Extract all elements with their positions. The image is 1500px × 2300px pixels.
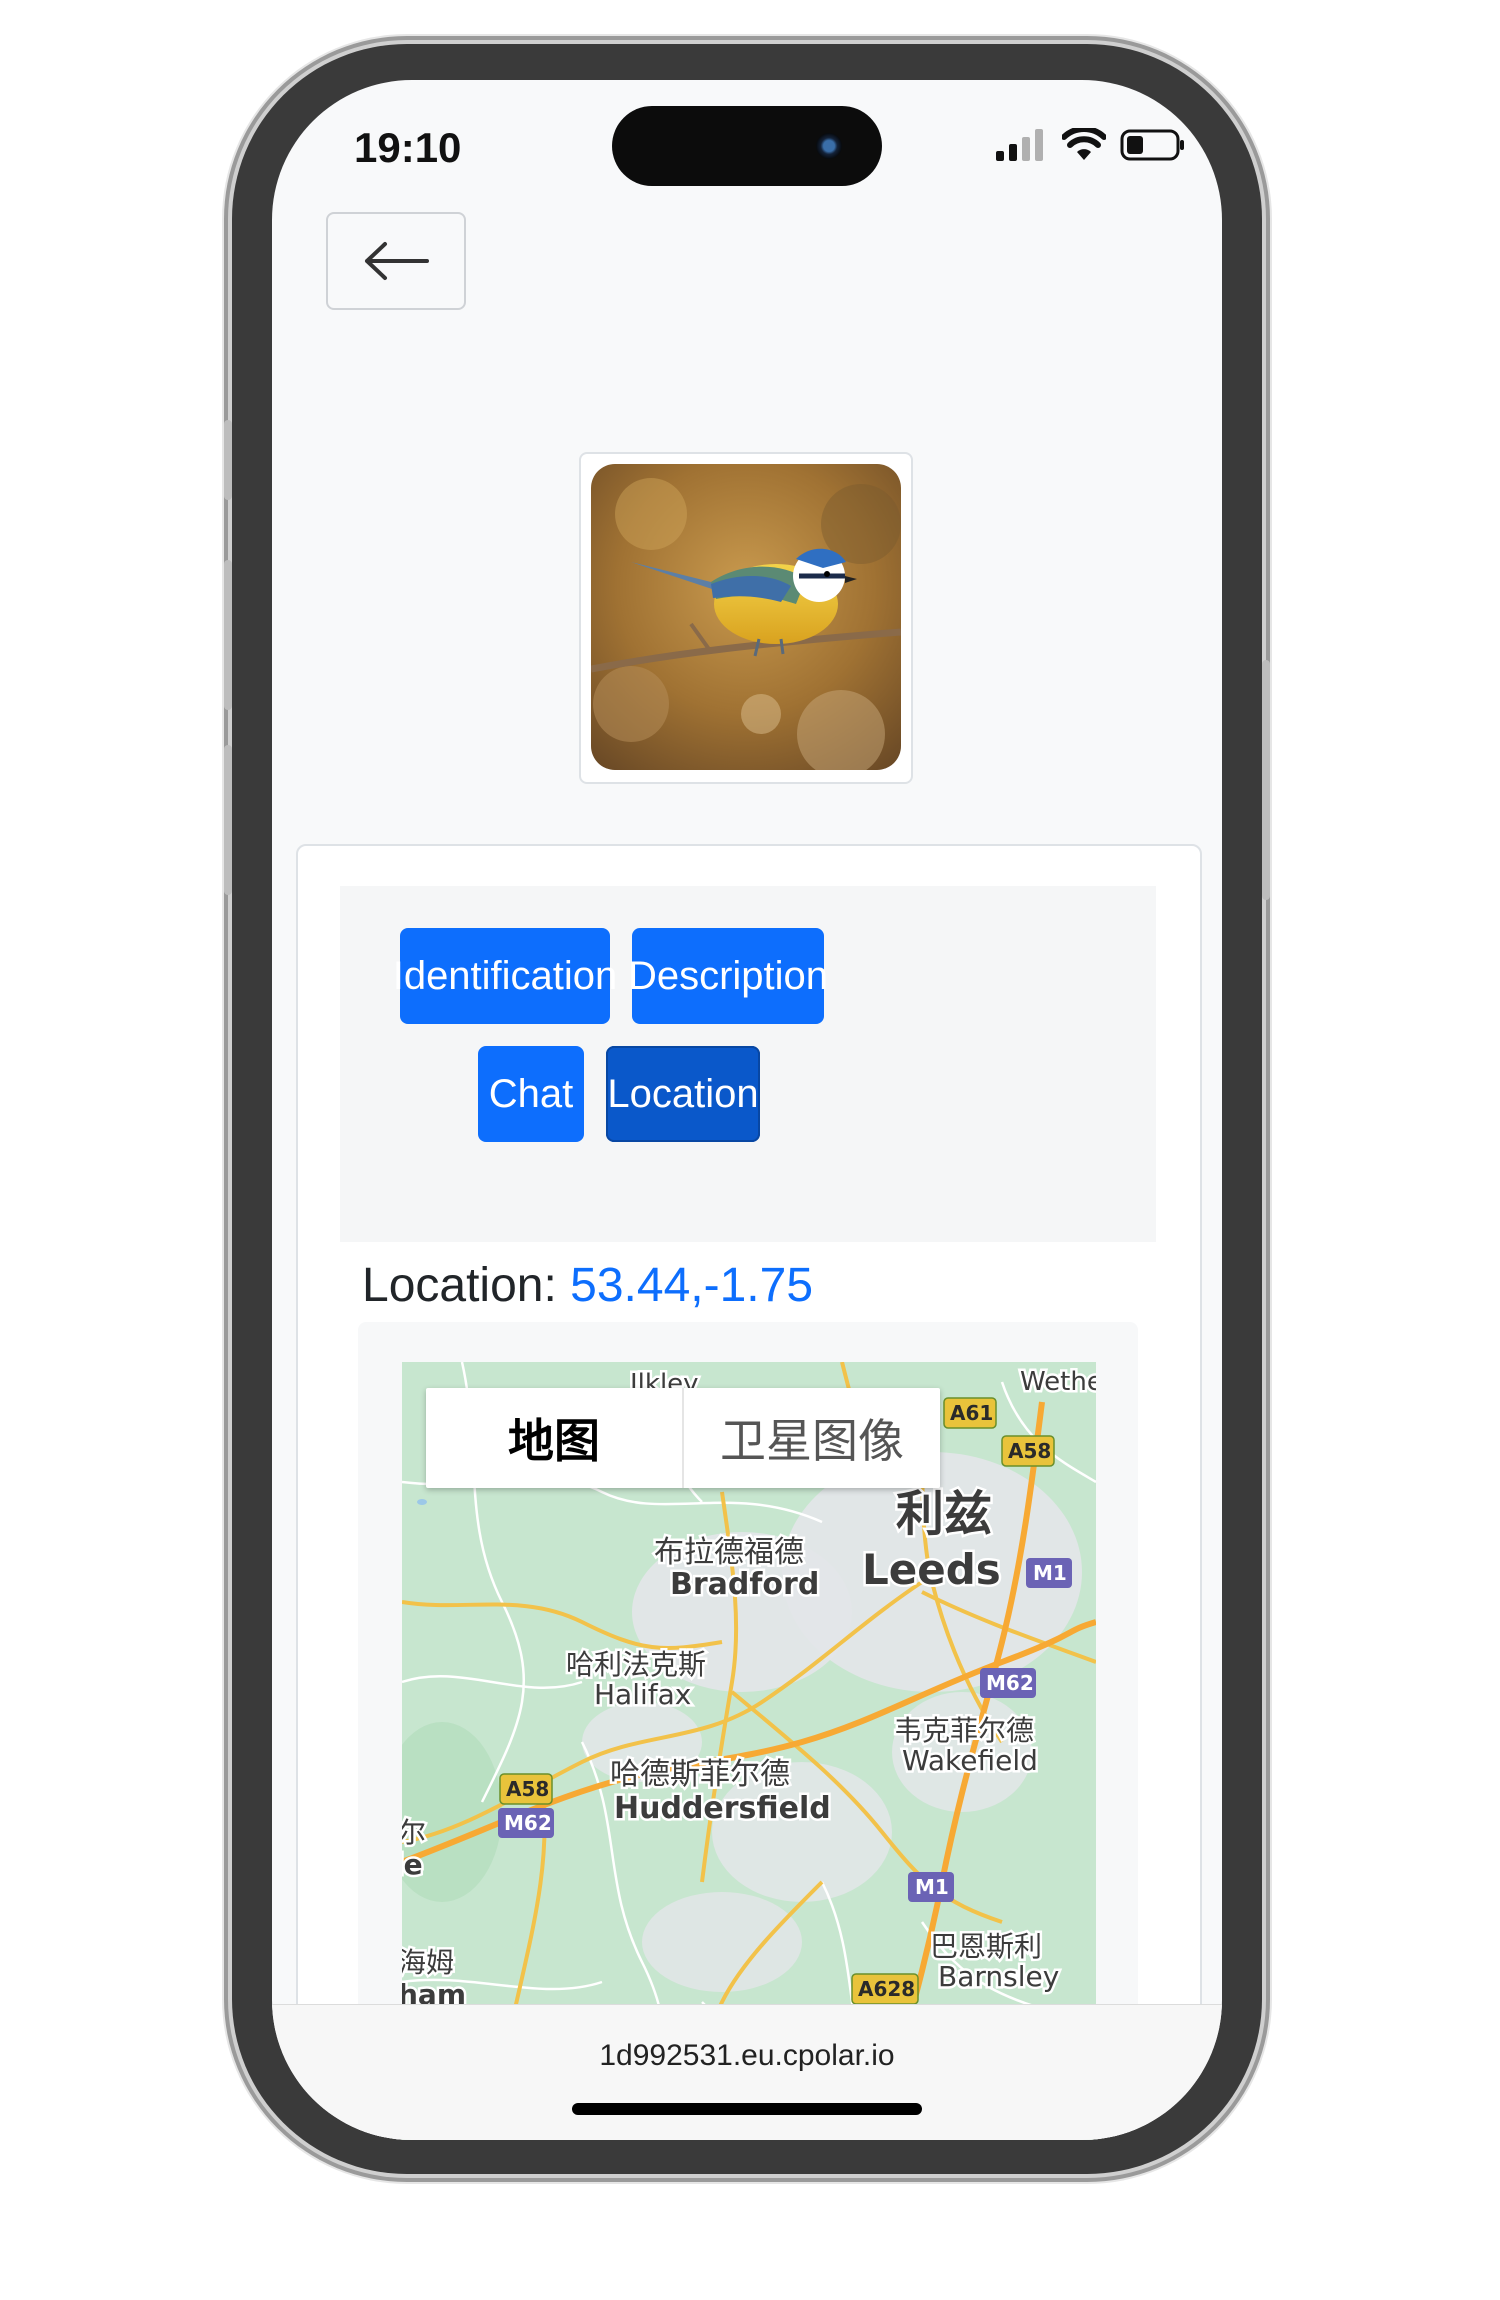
browser-address-bar[interactable]: 1d992531.eu.cpolar.io (272, 2004, 1222, 2140)
svg-text:M1: M1 (915, 1875, 949, 1899)
map-label-left-1-zh: 尔 (402, 1816, 426, 1849)
svg-text:A58: A58 (1008, 1439, 1051, 1463)
map-label-wakefield-zh: 韦克菲尔德 (894, 1714, 1034, 1747)
map-label-halifax-en: Halifax (594, 1678, 691, 1711)
location-label: Location: (362, 1259, 557, 1312)
map-label-leeds-en: Leeds (862, 1545, 1001, 1594)
map-label-barnsley-en: Barnsley (938, 1960, 1059, 1993)
road-shield-m1-top: M1 (1026, 1558, 1072, 1588)
map-label-halifax-zh: 哈利法克斯 (566, 1648, 706, 1681)
volume-down-button (224, 745, 232, 895)
map-type-satellite-button[interactable]: 卫星图像 (684, 1388, 940, 1488)
map-label-bradford-en: Bradford (670, 1567, 819, 1602)
home-indicator[interactable] (572, 2103, 922, 2115)
camera-icon (816, 133, 842, 159)
cellular-signal-icon (996, 129, 1043, 161)
bird-photo-frame (579, 452, 913, 784)
arrow-left-icon (365, 242, 429, 280)
battery-icon (1120, 129, 1184, 161)
map-label-barnsley-zh: 巴恩斯利 (930, 1930, 1042, 1963)
status-icons (996, 128, 1186, 162)
road-shield-m62-left: M62 (498, 1808, 554, 1838)
wifi-icon (1062, 128, 1106, 160)
tab-description[interactable]: Description (628, 928, 828, 1024)
road-shield-m62-right: M62 (980, 1668, 1036, 1698)
map-type-map-button[interactable]: 地图 (426, 1388, 684, 1488)
volume-up-button (224, 560, 232, 710)
map-label-bradford-zh: 布拉德福德 (654, 1535, 804, 1570)
map-label-huddersfield-en: Huddersfield (614, 1791, 831, 1826)
bird-photo (591, 464, 901, 770)
status-time: 19:10 (354, 124, 462, 171)
content-card: Identification Description Chat Location… (296, 844, 1202, 2140)
svg-text:M62: M62 (986, 1671, 1034, 1695)
dynamic-island (612, 106, 882, 186)
road-shield-a628: A628 (851, 1973, 919, 2005)
road-shield-a58-left: A58 (499, 1773, 553, 1805)
power-button (1262, 660, 1270, 900)
tab-identification[interactable]: Identification (393, 928, 617, 1024)
tab-location[interactable]: Location (606, 1046, 760, 1142)
location-line: Location: 53.44,-1.75 (362, 1258, 813, 1313)
svg-text:A61: A61 (950, 1401, 993, 1425)
tab-chat[interactable]: Chat (478, 1046, 584, 1142)
road-shield-a58-top: A58 (1001, 1435, 1055, 1467)
map-label-leeds-zh: 利兹 (896, 1486, 992, 1542)
svg-text:A628: A628 (858, 1977, 915, 2001)
svg-text:M1: M1 (1033, 1561, 1067, 1585)
map-label-left-1-en: le (402, 1848, 423, 1881)
phone-screen: 19:10 Identification Description Chat Lo… (272, 80, 1222, 2140)
map-label-huddersfield-zh: 哈德斯菲尔德 (610, 1757, 790, 1792)
road-shield-a61: A61 (943, 1397, 997, 1429)
tab-button-group: Identification Description Chat Location (340, 886, 1156, 1242)
back-button[interactable] (326, 212, 466, 310)
map-label-wakefield-en: Wakefield (902, 1744, 1038, 1777)
map-type-control: 地图 卫星图像 (426, 1388, 940, 1488)
mute-switch (224, 420, 232, 500)
location-coordinates[interactable]: 53.44,-1.75 (570, 1259, 813, 1312)
road-shield-m1-bottom: M1 (908, 1872, 954, 1902)
svg-text:M62: M62 (504, 1811, 552, 1835)
map-label-left-2-zh: 海姆 (402, 1946, 454, 1979)
url-text[interactable]: 1d992531.eu.cpolar.io (272, 2039, 1222, 2073)
svg-text:A58: A58 (506, 1777, 549, 1801)
map-label-wetherby: Wethe (1020, 1367, 1096, 1397)
